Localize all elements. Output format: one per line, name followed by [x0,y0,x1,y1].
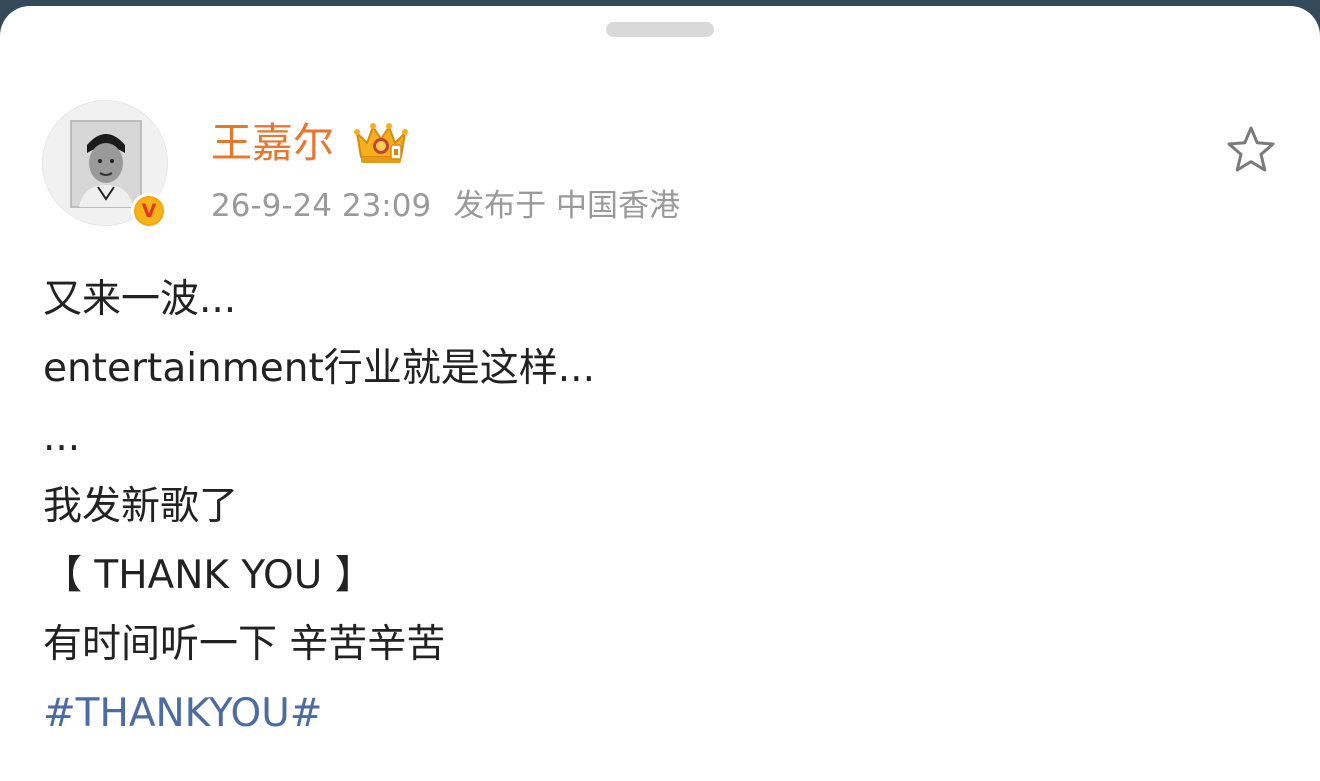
post-content: 又来一波... entertainment行业就是这样... ... 我发新歌了… [43,270,1243,753]
post-line-1: 又来一波... [43,277,237,322]
post-line-6: 有时间听一下 辛苦辛苦 [43,622,446,667]
crown-icon[interactable] [353,119,409,167]
drag-handle[interactable] [606,22,714,37]
post-line-3: ... [43,415,81,460]
post-line-4: 我发新歌了 [43,484,239,529]
post-location: 发布于 中国香港 [453,188,681,224]
post-detail-sheet: V 王嘉尔 26-9-24 23:09 发布于 中国香港 又来一波... ente… [0,6,1320,781]
verified-badge: V [131,193,167,229]
author-avatar-container[interactable]: V [42,100,168,229]
post-datetime: 26-9-24 23:09 [211,188,432,224]
post-meta: 26-9-24 23:09 发布于 中国香港 [211,184,680,228]
post-line-5: 【 THANK YOU 】 [43,553,374,598]
post-line-2: entertainment行业就是这样... [43,346,595,391]
verified-v-icon: V [136,198,162,224]
hashtag-link[interactable]: #THANKYOU# [43,684,1243,753]
star-outline-icon[interactable] [1224,123,1278,177]
author-name[interactable]: 王嘉尔 [211,118,334,168]
